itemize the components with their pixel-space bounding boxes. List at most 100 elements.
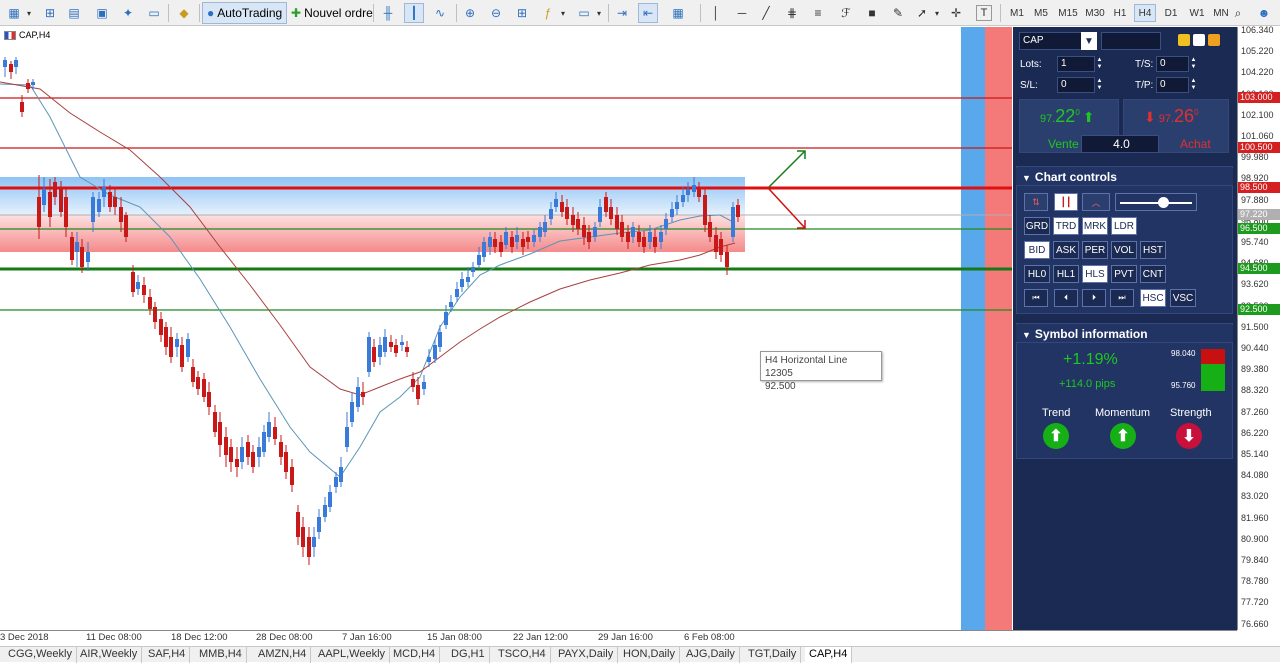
tf-d1[interactable]: D1 [1160,4,1182,22]
tp-stepper[interactable]: ▲ ▼ [1189,77,1198,93]
fibonacci-icon[interactable]: ⋕ [782,3,802,23]
chart-shift-icon[interactable]: ⇤ [638,3,658,23]
chart-tab[interactable]: SAF,H4 [144,647,191,663]
terminal-icon[interactable]: ▭ [144,3,164,23]
time-axis[interactable]: 3 Dec 2018 11 Dec 08:00 18 Dec 12:00 28 Dec… [0,630,1237,644]
candles-toggle[interactable]: ┃┃ [1054,193,1078,211]
chart-tab[interactable]: TGT,Daily [744,647,802,663]
rectangle-icon[interactable]: ■ [862,3,882,23]
line-chart-icon[interactable]: ∿ [430,3,450,23]
price-axis[interactable]: 106.340105.220104.220103.160102.100101.0… [1237,25,1280,630]
horizontal-line-icon[interactable]: ─ [732,3,752,23]
tf-h1[interactable]: H1 [1109,4,1131,22]
zoom-slider[interactable] [1115,193,1197,211]
settings-icon[interactable] [1178,34,1190,46]
tf-m1[interactable]: M1 [1006,4,1028,22]
symbol-select[interactable]: CAP [1019,32,1089,50]
symbol-extra-field[interactable] [1101,32,1161,50]
scroll-first-button[interactable]: ⏮ [1024,289,1048,307]
slider-handle[interactable] [1158,197,1169,208]
chart-tab[interactable]: MCD,H4 [389,647,441,663]
profiles-icon[interactable]: ⊞ [40,3,60,23]
chevron-down-icon[interactable]: ▾ [24,3,34,23]
chart-tab[interactable]: AMZN,H4 [254,647,312,663]
scroll-back-button[interactable]: ⏴ [1054,289,1078,307]
sl-stepper[interactable]: ▲ ▼ [1095,77,1104,93]
chevron-down-icon[interactable]: ▾ [932,3,942,23]
new-chart-icon[interactable]: ▦ [4,3,24,23]
market-watch-icon[interactable]: ▤ [64,3,84,23]
indicators-icon[interactable]: ƒ [538,3,558,23]
buy-sell-toggle[interactable]: ⇅ [1024,193,1048,211]
chart-tab[interactable]: PAYX,Daily [554,647,619,663]
chart-tab[interactable]: DG,H1 [447,647,490,663]
control-ask-button[interactable]: ASK [1053,241,1079,259]
chart-tab[interactable]: AJG,Daily [682,647,740,663]
strategy-tester-icon[interactable]: ◆ [174,3,194,23]
fibo-fan-icon[interactable]: ℱ [836,3,856,23]
crosshair-icon[interactable]: ✛ [946,3,966,23]
pen-icon[interactable]: ✎ [888,3,908,23]
community-icon[interactable]: ☻ [1254,3,1274,23]
arrows-icon[interactable]: ➚ [912,3,932,23]
control-hl1-button[interactable]: HL1 [1053,265,1079,283]
collapse-toggle[interactable]: ︿ [1082,193,1110,211]
control-hl0-button[interactable]: HL0 [1024,265,1050,283]
tf-m15[interactable]: M15 [1055,4,1081,22]
lots-input[interactable]: 1 [1057,56,1095,72]
navigator-icon[interactable]: ✦ [118,3,138,23]
search-icon[interactable]: ⌕ [1228,3,1248,23]
chart-tab[interactable]: HON,Daily [619,647,680,663]
new-order-button[interactable]: ✚ Nouvel ordre [286,2,378,24]
data-window-icon[interactable]: ▣ [92,3,112,23]
lots-stepper[interactable]: ▲ ▼ [1095,56,1104,72]
ts-stepper[interactable]: ▲ ▼ [1189,56,1198,72]
text-tool-icon[interactable]: T [976,5,992,21]
control-mrk-button[interactable]: MRK [1082,217,1108,235]
autoscroll-icon[interactable]: ⇥ [612,3,632,23]
control-trd-button[interactable]: TRD [1053,217,1079,235]
control-vol-button[interactable]: VOL [1111,241,1137,259]
zoom-out-icon[interactable]: ⊖ [486,3,506,23]
hsc-button[interactable]: HSC [1140,289,1166,307]
chart-tab[interactable]: TSCO,H4 [494,647,551,663]
control-grd-button[interactable]: GRD [1024,217,1050,235]
vsc-button[interactable]: VSC [1170,289,1196,307]
candlestick-icon[interactable]: ┃ [404,3,424,23]
bar-chart-icon[interactable]: ╫ [378,3,398,23]
autotrading-button[interactable]: ● AutoTrading [202,2,288,24]
info-icon[interactable] [1193,34,1205,46]
chevron-down-icon[interactable]: ▾ [558,3,568,23]
periods-icon[interactable]: ▦ [668,3,688,23]
chart-tab[interactable]: AAPL,Weekly [314,647,391,663]
scroll-forward-button[interactable]: ⏵ [1082,289,1106,307]
chart-tab[interactable]: CAP,H4 [805,647,853,663]
chart-tab[interactable]: CGG,Weekly [4,647,77,663]
templates-icon[interactable]: ▭ [574,3,594,23]
trendline-icon[interactable]: ╱ [756,3,776,23]
chart-tab[interactable]: MMB,H4 [195,647,247,663]
tf-w1[interactable]: W1 [1186,4,1208,22]
chart-tab[interactable]: AIR,Weekly [76,647,143,663]
channel-icon[interactable]: ≡ [808,3,828,23]
vertical-line-icon[interactable]: │ [706,3,726,23]
control-cnt-button[interactable]: CNT [1140,265,1166,283]
scroll-last-button[interactable]: ⏭ [1110,289,1134,307]
zoom-in-icon[interactable]: ⊕ [460,3,480,23]
control-ldr-button[interactable]: LDR [1111,217,1137,235]
close-panel-icon[interactable] [1208,34,1220,46]
control-bid-button[interactable]: BID [1024,241,1050,259]
chevron-down-icon[interactable]: ▼ [1081,32,1097,50]
chart-controls-header[interactable]: ▼ Chart controls [1016,168,1233,186]
tp-input[interactable]: 0 [1156,77,1189,93]
control-hls-button[interactable]: HLS [1082,265,1108,283]
control-per-button[interactable]: PER [1082,241,1108,259]
chevron-down-icon[interactable]: ▾ [594,3,604,23]
tile-windows-icon[interactable]: ⊞ [512,3,532,23]
control-hst-button[interactable]: HST [1140,241,1166,259]
symbol-info-header[interactable]: ▼ Symbol information [1016,325,1233,343]
control-pvt-button[interactable]: PVT [1111,265,1137,283]
tf-h4[interactable]: H4 [1134,4,1156,22]
tf-m5[interactable]: M5 [1030,4,1052,22]
sl-input[interactable]: 0 [1057,77,1095,93]
